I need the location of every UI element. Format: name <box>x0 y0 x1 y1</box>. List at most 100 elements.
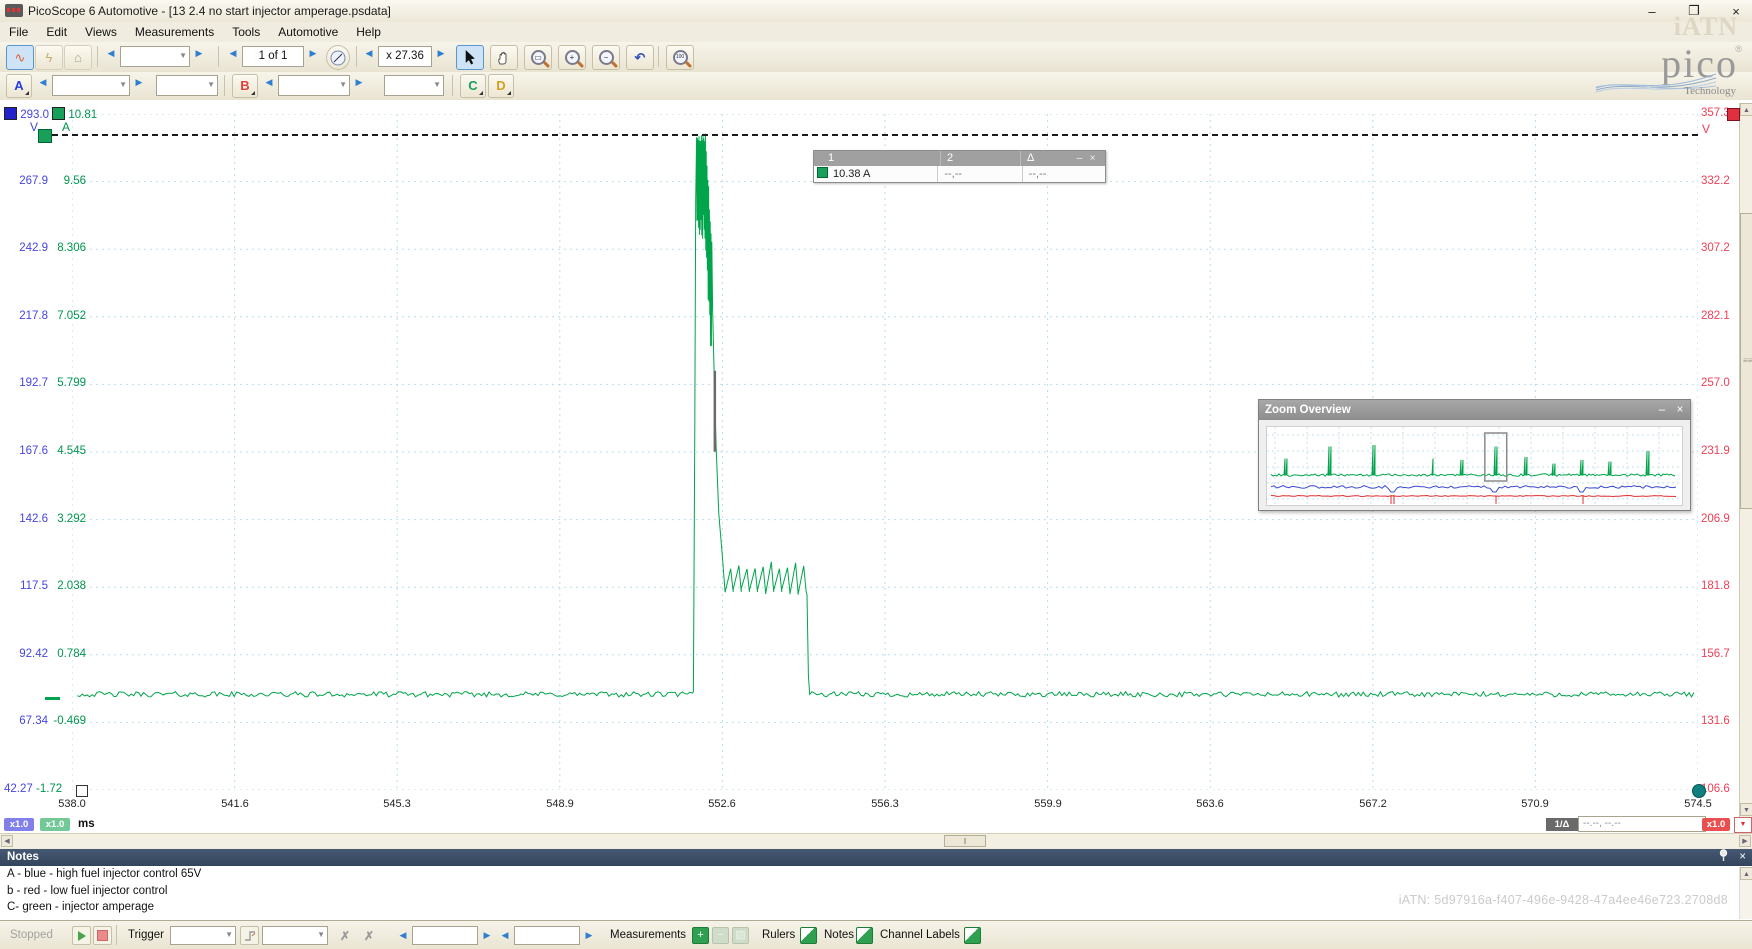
menu-views[interactable]: Views <box>76 22 126 42</box>
hscroll-thumb[interactable]: ‖ <box>944 835 986 847</box>
zoom-factor-field[interactable]: x 27.36 <box>378 46 432 67</box>
chevron-down-icon: ▼ <box>179 51 187 60</box>
next-view-arrow[interactable]: ▶ <box>192 48 206 59</box>
zoom-overview-chart[interactable] <box>1266 426 1683 506</box>
menu-automotive[interactable]: Automotive <box>269 22 347 42</box>
vscroll-down-arrow[interactable]: ▼ <box>1740 803 1752 816</box>
notes-close-icon[interactable]: × <box>1739 849 1746 866</box>
axis-select-dropdown[interactable]: ▼ <box>1734 817 1752 833</box>
left-axis-amp-label: 2.038 <box>50 580 86 592</box>
view-select-combo[interactable]: ▼ <box>120 46 190 67</box>
trigger-repeat-icon[interactable]: ✗ <box>364 929 374 943</box>
amperage-ruler-line[interactable] <box>52 134 1698 136</box>
zoom-overview-titlebar[interactable]: Zoom Overview – × <box>1259 400 1690 420</box>
zoom-in-tool[interactable]: + <box>558 45 586 70</box>
channel-b-scale-badge[interactable]: x1.0 <box>1702 818 1730 831</box>
notes-panel-header[interactable]: Notes × <box>0 849 1752 866</box>
x-axis-time-label: 541.6 <box>200 798 270 810</box>
notes-toggle-icon[interactable] <box>856 927 873 944</box>
channel-d-button[interactable]: D <box>488 74 514 98</box>
compass-icon[interactable] <box>326 45 350 70</box>
meas-close-button[interactable]: × <box>1086 151 1099 166</box>
channel-a-scale-badge[interactable]: x1.0 <box>4 818 34 831</box>
zoom-factor-up-arrow[interactable]: ▶ <box>434 48 448 59</box>
trigger-mode-combo[interactable]: ▼ <box>170 926 236 945</box>
pin-icon[interactable] <box>1718 849 1729 862</box>
channel-b-button[interactable]: B <box>232 74 258 98</box>
channel-c-axis-marker[interactable] <box>52 107 65 120</box>
rulers-toggle-icon[interactable] <box>800 927 817 944</box>
notes-scroll-up[interactable]: ▲ <box>1740 867 1752 880</box>
vscroll-up-arrow[interactable]: ▲ <box>1740 103 1752 116</box>
waveform-view-button[interactable]: ∿ <box>6 45 34 70</box>
channel-c-zero-marker[interactable] <box>45 697 60 700</box>
notes-scrollbar[interactable]: ▲ <box>1739 867 1752 919</box>
pretrigger-field[interactable] <box>412 926 478 945</box>
menu-edit[interactable]: Edit <box>37 22 76 42</box>
channel-a-axis-marker[interactable] <box>4 107 17 120</box>
vertical-scrollbar[interactable]: ▲ ≡≡ ▼ <box>1739 103 1752 817</box>
zoom-overview-close[interactable]: × <box>1672 400 1688 420</box>
channel-a-probe-combo[interactable]: ▼ <box>156 75 218 96</box>
trigger-channel-combo[interactable]: ▼ <box>262 926 328 945</box>
marquee-zoom-tool[interactable]: 100 <box>666 45 694 70</box>
posttrigger-left-arrow[interactable]: ◀ <box>498 930 512 941</box>
normal-selection-tool[interactable] <box>456 45 484 70</box>
home-button[interactable]: ⌂ <box>64 45 92 70</box>
menu-help[interactable]: Help <box>347 22 390 42</box>
bottom-ruler-handle[interactable] <box>76 785 88 797</box>
next-page-arrow[interactable]: ▶ <box>306 48 320 59</box>
prev-view-arrow[interactable]: ◀ <box>104 48 118 59</box>
persistence-button[interactable]: ϟ <box>35 45 63 70</box>
undo-zoom-button[interactable]: ↶ <box>626 45 654 70</box>
zoom-overview-minimize[interactable]: – <box>1654 400 1670 420</box>
hand-tool[interactable] <box>490 45 518 70</box>
axis-bottom-marker[interactable] <box>1692 784 1706 798</box>
hscroll-left-arrow[interactable]: ◀ <box>1 835 13 847</box>
channel-c-scale-badge[interactable]: x1.0 <box>40 818 70 831</box>
zoom-overview-title: Zoom Overview <box>1265 404 1351 416</box>
channel-b-range-combo[interactable]: ▼ <box>278 75 350 96</box>
channel-c-button[interactable]: C <box>460 74 486 98</box>
zoom-factor-down-arrow[interactable]: ◀ <box>362 48 376 59</box>
zoom-out-tool[interactable]: − <box>592 45 620 70</box>
menu-measurements[interactable]: Measurements <box>126 22 223 42</box>
zoom-overview-window[interactable]: Zoom Overview – × <box>1258 399 1691 511</box>
channel-a-range-up[interactable]: ▶ <box>132 77 146 88</box>
channel-a-range-down[interactable]: ◀ <box>36 77 50 88</box>
trigger-edge-button[interactable] <box>240 926 259 945</box>
menu-tools[interactable]: Tools <box>223 22 269 42</box>
minimize-button[interactable]: – <box>1644 4 1660 19</box>
zoom-window-tool[interactable]: ▭ <box>524 45 552 70</box>
ruler-handle[interactable] <box>38 129 52 143</box>
prev-page-arrow[interactable]: ◀ <box>226 48 240 59</box>
start-capture-button[interactable] <box>72 926 91 945</box>
add-measurement-button[interactable]: + <box>692 927 709 944</box>
remove-measurement-button[interactable]: − <box>712 927 729 944</box>
left-axis-volt-label: 142.6 <box>2 513 48 525</box>
edit-measurement-button[interactable]: ▨ <box>732 927 749 944</box>
channel-b-probe-combo[interactable]: ▼ <box>384 75 444 96</box>
channel-a-range-combo[interactable]: ▼ <box>52 75 130 96</box>
left-axis-volt-label: 67.34 <box>2 715 48 727</box>
rulers-label: Rulers <box>762 929 795 941</box>
measurements-overlay[interactable]: 1 2 Δ – × 10.38 A --,-- --,-- <box>813 150 1106 183</box>
pretrigger-left-arrow[interactable]: ◀ <box>396 930 410 941</box>
right-axis-volt-label: 332.2 <box>1701 175 1730 187</box>
menu-bar: FileEditViewsMeasurementsToolsAutomotive… <box>0 22 1752 43</box>
vscroll-thumb[interactable]: ≡≡ <box>1740 213 1752 509</box>
trigger-single-icon[interactable]: ✗ <box>340 929 350 943</box>
channel-a-button[interactable]: A <box>6 74 32 98</box>
channel-b-axis-marker[interactable] <box>1727 108 1740 121</box>
stop-capture-button[interactable] <box>93 926 112 945</box>
pretrigger-right-arrow[interactable]: ▶ <box>480 930 494 941</box>
channel-b-range-up[interactable]: ▶ <box>352 77 366 88</box>
posttrigger-field[interactable] <box>514 926 580 945</box>
horizontal-scrollbar[interactable]: ◀ ‖ ▶ <box>0 833 1752 848</box>
channel-b-range-down[interactable]: ◀ <box>262 77 276 88</box>
hscroll-right-arrow[interactable]: ▶ <box>1739 835 1751 847</box>
posttrigger-right-arrow[interactable]: ▶ <box>582 930 596 941</box>
meas-minimize-button[interactable]: – <box>1073 151 1086 166</box>
menu-file[interactable]: File <box>0 22 37 42</box>
channel-labels-toggle-icon[interactable] <box>964 927 981 944</box>
